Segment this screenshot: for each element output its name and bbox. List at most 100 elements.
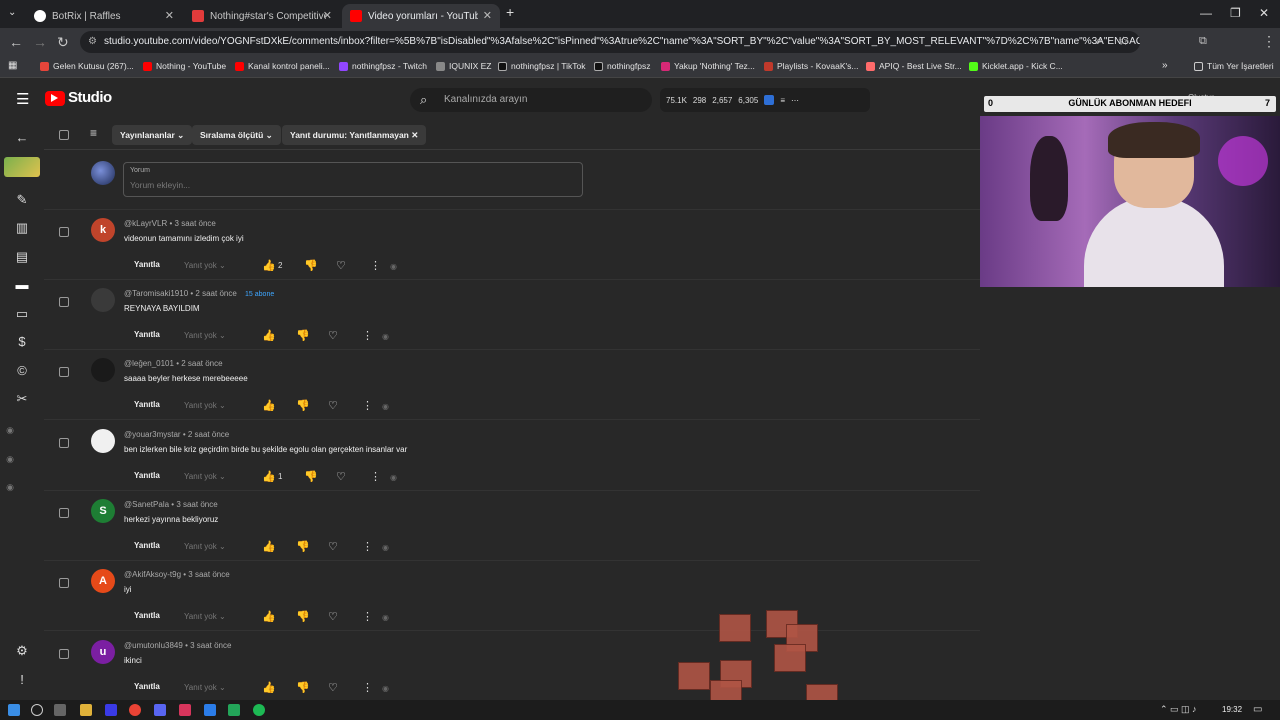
windows-start-icon[interactable] (8, 704, 20, 716)
restore-icon[interactable]: ❐ (1230, 6, 1241, 20)
reply-button[interactable]: Yanıtla (126, 256, 168, 274)
no-replies-toggle[interactable]: Yanıt yok ⌄ (184, 612, 226, 621)
like-icon[interactable]: 👍 (262, 399, 276, 412)
more-bookmarks-icon[interactable]: » (1162, 60, 1168, 71)
reload-icon[interactable]: ↻ (57, 34, 69, 51)
site-info-icon[interactable]: ⚙ (88, 31, 97, 53)
comment-author[interactable]: @youar3mystar (124, 430, 181, 439)
reply-button[interactable]: Yanıtla (126, 326, 168, 344)
comment-checkbox[interactable] (59, 438, 69, 448)
no-replies-toggle[interactable]: Yanıt yok ⌄ (184, 683, 226, 692)
app-icon[interactable] (204, 704, 216, 716)
commenter-avatar[interactable]: A (91, 569, 115, 593)
editor-icon[interactable]: ▤ (14, 249, 30, 265)
dislike-icon[interactable]: 👎 (296, 399, 310, 412)
comment-checkbox[interactable] (59, 367, 69, 377)
more-actions-icon[interactable]: ⋮ (362, 329, 373, 342)
no-replies-toggle[interactable]: Yanıt yok ⌄ (184, 542, 226, 551)
forward-icon[interactable]: → (33, 34, 47, 50)
comment-author[interactable]: @AkifAksoy-t9g (124, 570, 181, 579)
comment-checkbox[interactable] (59, 227, 69, 237)
heart-icon[interactable]: ♡ (328, 610, 338, 623)
tab-search-icon[interactable]: ⌄ (8, 7, 16, 18)
reply-button[interactable]: Yanıtla (126, 537, 168, 555)
no-replies-toggle[interactable]: Yanıt yok ⌄ (184, 472, 226, 481)
like-icon[interactable]: 👍 (262, 610, 276, 623)
comment-author[interactable]: @leğen_0101 (124, 359, 174, 368)
comment-author[interactable]: @kLayrVLR (124, 219, 167, 228)
back-icon[interactable]: ← (9, 34, 23, 50)
bookmark-item[interactable]: Nothing - YouTube (143, 61, 226, 71)
subtitles-icon[interactable]: ▭ (14, 306, 30, 322)
more-actions-icon[interactable]: ⋮ (362, 610, 373, 623)
reply-button[interactable]: Yanıtla (126, 607, 168, 625)
reply-button[interactable]: Yanıtla (126, 678, 168, 696)
browser-menu-icon[interactable]: ⋮ (1262, 33, 1276, 50)
hamburger-menu-icon[interactable]: ☰ (16, 90, 29, 108)
commenter-avatar[interactable] (91, 288, 115, 312)
tab-botrix[interactable]: BotRix | Raffles ✕ (26, 4, 182, 28)
dislike-icon[interactable]: 👎 (304, 259, 318, 272)
copyright-icon[interactable]: © (14, 363, 30, 379)
no-replies-toggle[interactable]: Yanıt yok ⌄ (184, 261, 226, 270)
sort-filter-chip[interactable]: Sıralama ölçütü ⌄ (192, 125, 281, 145)
bookmark-item[interactable]: nothingfpsz (594, 61, 650, 71)
edit-details-icon[interactable]: ✎ (14, 192, 30, 208)
select-all-checkbox[interactable] (59, 130, 69, 140)
like-icon[interactable]: 👍 (262, 470, 276, 483)
minimize-icon[interactable]: — (1200, 6, 1212, 20)
commenter-avatar[interactable] (91, 358, 115, 382)
heart-icon[interactable]: ♡ (328, 399, 338, 412)
no-replies-toggle[interactable]: Yanıt yok ⌄ (184, 401, 226, 410)
dislike-icon[interactable]: 👎 (296, 540, 310, 553)
more-actions-icon[interactable]: ⋮ (362, 681, 373, 694)
heart-icon[interactable]: ♡ (336, 259, 346, 272)
dislike-icon[interactable]: 👎 (296, 610, 310, 623)
close-tab-icon[interactable]: ✕ (165, 9, 174, 22)
bookmark-item[interactable]: APIQ - Best Live Str... (866, 61, 962, 71)
heart-icon[interactable]: ♡ (336, 470, 346, 483)
app-icon[interactable] (228, 704, 240, 716)
extensions-puzzle-icon[interactable]: ⧉ (1199, 35, 1207, 48)
bookmark-item[interactable]: nothingfpsz - Twitch (339, 61, 427, 71)
tab-youtube-studio[interactable]: Video yorumları - YouTube Stu... ✕ (342, 4, 500, 28)
comment-input[interactable]: Yorum Yorum ekleyin... (123, 162, 583, 197)
comment-author[interactable]: @umutonlu3849 (124, 641, 183, 650)
task-view-icon[interactable] (54, 704, 66, 716)
reply-status-chip[interactable]: Yanıt durumu: Yanıtlanmayan ✕ (282, 125, 427, 145)
filter-list-icon[interactable]: ≡ (90, 126, 97, 140)
heart-icon[interactable]: ♡ (328, 329, 338, 342)
apps-grid-icon[interactable]: ▦ (8, 60, 17, 71)
chrome-icon[interactable] (129, 704, 141, 716)
bookmark-item[interactable]: Playlists - KovaaK's... (764, 61, 858, 71)
commenter-avatar[interactable] (91, 429, 115, 453)
reply-button[interactable]: Yanıtla (126, 396, 168, 414)
published-filter-chip[interactable]: Yayınlananlar ⌄ (112, 125, 193, 145)
like-icon[interactable]: 👍 (262, 329, 276, 342)
dislike-icon[interactable]: 👎 (296, 681, 310, 694)
no-replies-toggle[interactable]: Yanıt yok ⌄ (184, 331, 226, 340)
bookmark-item[interactable]: Kicklet.app - Kick C... (969, 61, 1063, 71)
more-actions-icon[interactable]: ⋮ (362, 540, 373, 553)
bookmark-star-icon[interactable]: ☆ (1118, 34, 1129, 48)
all-bookmarks[interactable]: Tüm Yer İşaretleri (1194, 61, 1274, 71)
new-tab-icon[interactable]: + (506, 4, 514, 20)
tray-icons[interactable]: ⌃ ▭ ◫ ♪ (1160, 704, 1197, 715)
like-icon[interactable]: 👍 (262, 681, 276, 694)
commenter-avatar[interactable]: k (91, 218, 115, 242)
comment-checkbox[interactable] (59, 649, 69, 659)
dislike-icon[interactable]: 👎 (304, 470, 318, 483)
dislike-icon[interactable]: 👎 (296, 329, 310, 342)
more-actions-icon[interactable]: ⋮ (362, 399, 373, 412)
comments-icon[interactable]: ▬ (14, 277, 30, 293)
comment-checkbox[interactable] (59, 578, 69, 588)
bookmark-item[interactable]: IQUNIX EZ (436, 61, 492, 71)
comment-author[interactable]: @Taromisaki1910 (124, 289, 188, 298)
back-arrow-icon[interactable]: ← (14, 130, 30, 146)
discord-icon[interactable] (154, 704, 166, 716)
bookmark-item[interactable]: nothingfpsz | TikTok (498, 61, 586, 71)
filter-icon[interactable]: ≡ (780, 96, 785, 105)
comment-author[interactable]: @SanetPala (124, 500, 169, 509)
bookmark-item[interactable]: Kanal kontrol paneli... (235, 61, 330, 71)
close-tab-icon[interactable]: ✕ (323, 9, 332, 22)
